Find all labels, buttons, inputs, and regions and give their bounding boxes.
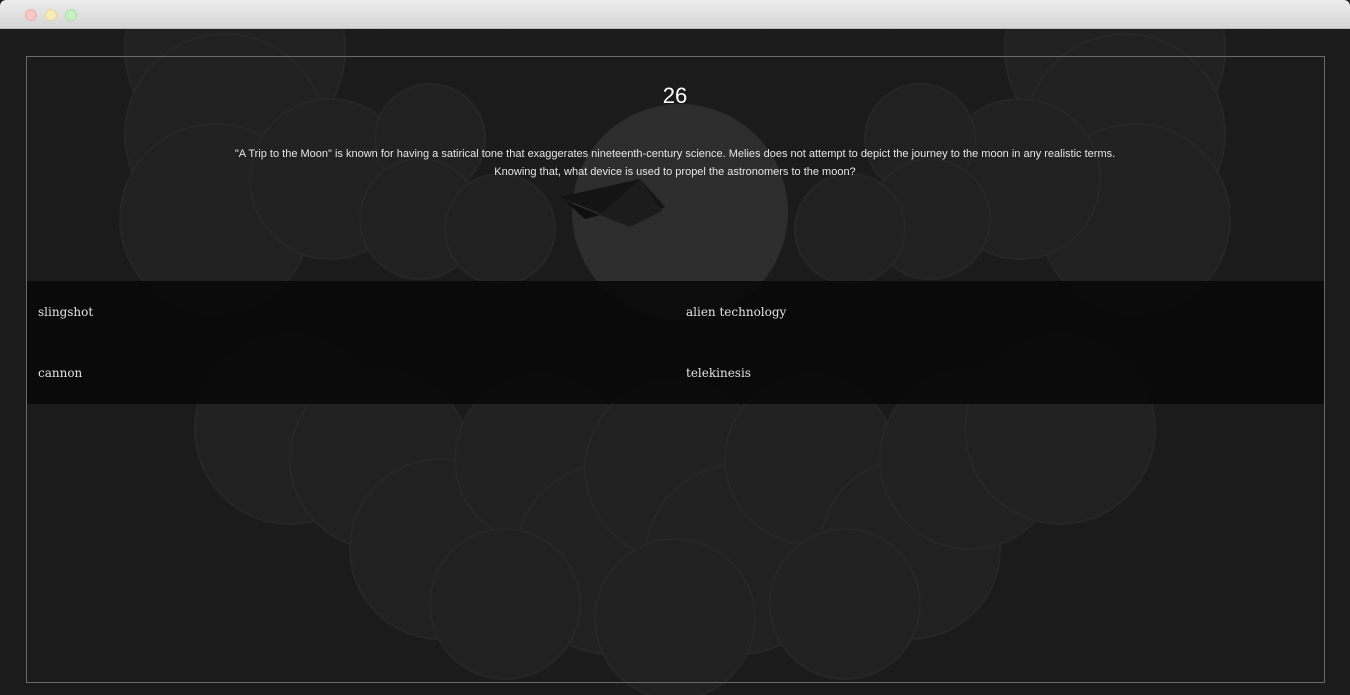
- answer-telekinesis[interactable]: telekinesis: [686, 358, 1286, 388]
- answer-alien-technology[interactable]: alien technology: [686, 297, 1286, 327]
- close-window-button[interactable]: [25, 9, 37, 21]
- maximize-window-button[interactable]: [65, 9, 77, 21]
- answer-cannon[interactable]: cannon: [38, 358, 638, 388]
- answer-slingshot[interactable]: slingshot: [38, 297, 638, 327]
- question-line-2: Knowing that, what device is used to pro…: [494, 166, 856, 178]
- window-titlebar: [0, 0, 1350, 29]
- quiz-page: 26 "A Trip to the Moon" is known for hav…: [0, 29, 1350, 695]
- browser-window: 26 "A Trip to the Moon" is known for hav…: [0, 0, 1350, 695]
- question-line-1: "A Trip to the Moon" is known for having…: [234, 148, 1116, 160]
- answer-options: slingshot alien technology cannon teleki…: [27, 281, 1324, 404]
- question-number: 26: [662, 83, 688, 108]
- question-text: "A Trip to the Moon" is known for having…: [200, 145, 1150, 181]
- minimize-window-button[interactable]: [45, 9, 57, 21]
